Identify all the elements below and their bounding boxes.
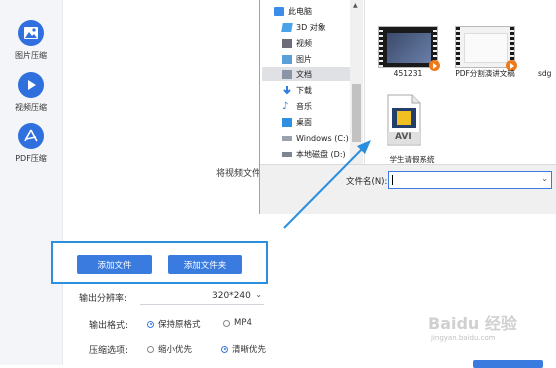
start-button-partial[interactable] bbox=[473, 360, 543, 368]
watermark-url: jingyan.baidu.com bbox=[431, 334, 496, 342]
watermark-logo: Baidu 经验 bbox=[428, 314, 517, 333]
